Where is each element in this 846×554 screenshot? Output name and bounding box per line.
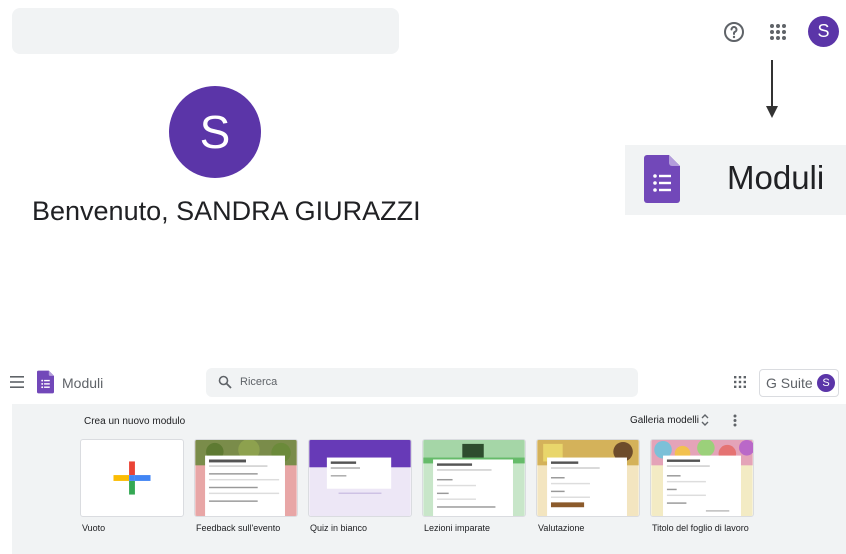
google-forms-logo-icon[interactable] <box>37 370 54 394</box>
lessons-learned-thumbnail <box>423 440 525 516</box>
down-arrow-icon <box>766 60 778 118</box>
search-input[interactable]: Ricerca <box>206 368 638 397</box>
template-card-lessons-learned[interactable] <box>422 439 526 517</box>
top-search-bar[interactable] <box>12 8 399 54</box>
template-label: Feedback sull'evento <box>196 523 281 533</box>
gsuite-avatar: S <box>817 374 835 392</box>
template-card-blank[interactable] <box>80 439 184 517</box>
gsuite-account-button[interactable]: G Suite S <box>759 369 839 397</box>
template-card-blank-quiz[interactable] <box>308 439 412 517</box>
template-gallery-button[interactable]: Galleria modelli <box>630 415 699 426</box>
template-card-event-feedback[interactable] <box>194 439 298 517</box>
welcome-text: Benvenuto, SANDRA GIURAZZI <box>32 196 421 226</box>
plus-icon <box>113 461 151 495</box>
moduli-banner-label: Moduli <box>727 159 825 196</box>
account-avatar[interactable]: S <box>808 16 839 47</box>
template-label: Titolo del foglio di lavoro <box>652 523 749 533</box>
google-forms-icon <box>644 155 680 203</box>
event-feedback-thumbnail <box>195 440 297 516</box>
template-label: Vuoto <box>82 523 106 533</box>
unfold-icon[interactable] <box>701 414 709 426</box>
hamburger-menu-icon[interactable] <box>10 376 24 388</box>
apps-grid-icon[interactable] <box>766 20 790 44</box>
create-new-form-label: Crea un nuovo modulo <box>84 416 186 427</box>
app-title: Moduli <box>62 375 104 391</box>
worksheet-thumbnail <box>651 440 753 516</box>
template-label: Quiz in bianco <box>310 523 368 533</box>
gsuite-label: G Suite <box>766 375 813 391</box>
blank-quiz-thumbnail <box>309 440 411 516</box>
apps-grid-icon[interactable] <box>734 376 746 388</box>
welcome-avatar: S <box>169 86 261 178</box>
search-icon <box>218 375 232 389</box>
assessment-thumbnail <box>537 440 639 516</box>
template-label: Valutazione <box>538 523 585 533</box>
moduli-banner: Moduli <box>625 145 846 215</box>
template-card-assessment[interactable] <box>536 439 640 517</box>
search-placeholder: Ricerca <box>240 376 278 388</box>
template-card-worksheet[interactable] <box>650 439 754 517</box>
more-vert-icon[interactable] <box>733 414 737 427</box>
template-label: Lezioni imparate <box>424 523 491 533</box>
help-icon[interactable] <box>722 20 746 44</box>
